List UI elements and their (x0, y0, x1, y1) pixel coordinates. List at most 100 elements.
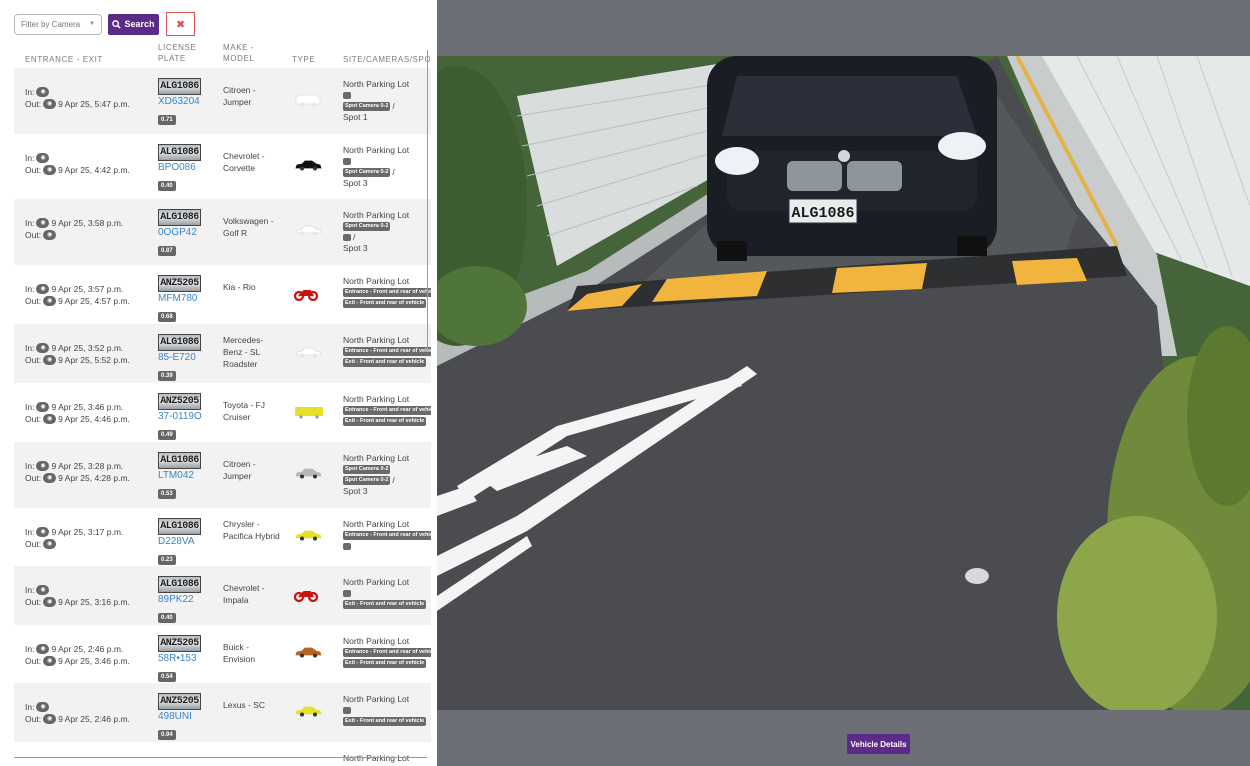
table-row[interactable]: In: ◉ 9 Apr 25, 3:52 p.m. Out: ◉ 9 Apr 2… (14, 324, 431, 383)
plate-number-link[interactable]: 89PK22 (158, 594, 201, 606)
camera-tag[interactable]: Exit - Front and rear of vehicle (343, 717, 427, 726)
camera-icon[interactable]: ◉ (43, 296, 57, 306)
vehicle-details-button[interactable]: Vehicle Details (847, 734, 910, 754)
camera-tag[interactable]: Exit - Front and rear of vehicle (343, 299, 427, 308)
camera-tag[interactable]: Spot Camera 0-2 (343, 476, 391, 485)
column-header-site[interactable]: SITE/CAMERAS/SPOT (343, 54, 430, 65)
plate-thumbnail[interactable]: ANZ5205 (158, 693, 201, 710)
camera-tag[interactable]: Exit - Front and rear of vehicle (343, 417, 427, 426)
camera-icon[interactable]: ◉ (36, 527, 50, 537)
make-model-cell: Volkswagen - Golf R (223, 216, 274, 238)
camera-icon[interactable]: ◉ (36, 284, 50, 294)
site-camera-spot-cell: North Parking Lot Entrance - Front and re… (343, 334, 431, 368)
camera-tag[interactable]: Spot Camera 0-2 (343, 222, 391, 231)
camera-tag[interactable]: Exit - Front and rear of vehicle (343, 600, 427, 609)
camera-icon[interactable]: ◉ (36, 218, 50, 228)
plate-thumbnail[interactable]: ALG1086 (158, 518, 201, 535)
in-label: In: (25, 702, 35, 712)
camera-icon[interactable]: ◉ (43, 597, 57, 607)
table-row[interactable]: North Parking Lot (14, 742, 431, 766)
camera-icon[interactable]: ◉ (43, 656, 57, 666)
toolbar: Filter by Camera ▼ Search ✖ (14, 12, 195, 36)
plate-thumbnail[interactable]: ALG1086 (158, 452, 201, 469)
camera-icon[interactable]: ◉ (36, 702, 50, 712)
column-header-entrance-exit[interactable]: ENTRANCE - EXIT (25, 54, 103, 65)
camera-icon[interactable]: ◉ (43, 355, 57, 365)
camera-tag[interactable]: Entrance - Front and rear of vehicle (343, 288, 431, 297)
column-header-make-line2: MODEL (223, 54, 255, 63)
camera-icon[interactable]: ◉ (43, 539, 57, 549)
camera-panel: ALG1086 Vehicle Details (437, 0, 1250, 766)
camera-tag[interactable] (343, 707, 351, 714)
plate-thumbnail[interactable]: ALG1086 (158, 334, 201, 351)
camera-icon[interactable]: ◉ (36, 585, 50, 595)
camera-icon[interactable]: ◉ (43, 165, 57, 175)
camera-icon[interactable]: ◉ (36, 644, 50, 654)
table-row[interactable]: In: ◉ Out: ◉ 9 Apr 25, 2:46 p.m. ANZ5205… (14, 683, 431, 742)
camera-icon[interactable]: ◉ (36, 153, 50, 163)
camera-tag[interactable]: Entrance - Front and rear of vehicle (343, 347, 431, 356)
camera-icon[interactable]: ◉ (43, 230, 57, 240)
column-header-make-model[interactable]: MAKE - MODEL (223, 42, 254, 64)
table-row[interactable]: In: ◉ 9 Apr 25, 3:57 p.m. Out: ◉ 9 Apr 2… (14, 265, 431, 324)
plate-number-link[interactable]: MFM780 (158, 293, 201, 305)
plate-thumbnail[interactable]: ALG1086 (158, 209, 201, 226)
camera-tag[interactable] (343, 590, 351, 597)
plate-thumbnail[interactable]: ALG1086 (158, 78, 201, 95)
camera-tag[interactable] (343, 92, 351, 99)
table-row[interactable]: In: ◉ Out: ◉ 9 Apr 25, 4:42 p.m. ALG1086… (14, 134, 431, 199)
table-scrollbar[interactable] (427, 50, 428, 350)
camera-tag[interactable]: Exit - Front and rear of vehicle (343, 659, 427, 668)
plate-thumbnail[interactable]: ANZ5205 (158, 275, 201, 292)
plate-number-link[interactable]: 85-E720 (158, 352, 201, 364)
plate-thumbnail[interactable]: ANZ5205 (158, 393, 201, 410)
camera-icon[interactable]: ◉ (36, 343, 50, 353)
camera-icon[interactable]: ◉ (43, 99, 57, 109)
out-label: Out: (25, 473, 42, 483)
plate-number-link[interactable]: 498UNI (158, 711, 201, 723)
site-camera-spot-cell: North Parking Lot Spot Camera 0-2 Spot Cam… (343, 452, 431, 497)
plate-number-link[interactable]: 37-0119O (158, 411, 202, 423)
camera-tag[interactable] (343, 234, 351, 241)
in-label: In: (25, 461, 35, 471)
camera-tag[interactable]: Spot Camera 0-2 (343, 465, 391, 474)
camera-filter-select[interactable]: Filter by Camera ▼ (14, 13, 102, 35)
table-row[interactable]: In: ◉ 9 Apr 25, 3:17 p.m. Out: ◉ ALG1086… (14, 508, 431, 566)
camera-tag[interactable]: Entrance - Front and rear of vehicle (343, 648, 431, 657)
camera-tag[interactable]: Entrance - Front and rear of vehicle (343, 406, 431, 415)
camera-icon[interactable]: ◉ (36, 402, 50, 412)
clear-filter-button[interactable]: ✖ (166, 12, 195, 36)
out-label: Out: (25, 656, 42, 666)
search-button[interactable]: Search (108, 13, 159, 35)
plate-number-link[interactable]: 58R•153 (158, 653, 201, 665)
plate-number-link[interactable]: LTM042 (158, 470, 201, 482)
table-row[interactable]: In: ◉ 9 Apr 25, 2:46 p.m. Out: ◉ 9 Apr 2… (14, 625, 431, 683)
plate-number-link[interactable]: 0OGP42 (158, 227, 201, 239)
camera-tag[interactable]: Spot Camera 0-2 (343, 102, 391, 111)
plate-number-link[interactable]: BPO086 (158, 162, 201, 174)
camera-icon[interactable]: ◉ (36, 461, 50, 471)
camera-tag[interactable]: Spot Camera 0-2 (343, 168, 391, 177)
column-header-license-plate[interactable]: LICENSE PLATE (158, 42, 196, 64)
camera-icon[interactable]: ◉ (43, 714, 57, 724)
camera-icon[interactable]: ◉ (43, 414, 57, 424)
in-label: In: (25, 153, 35, 163)
camera-icon[interactable]: ◉ (36, 87, 50, 97)
table-row[interactable]: In: ◉ 9 Apr 25, 3:46 p.m. Out: ◉ 9 Apr 2… (14, 383, 431, 442)
plate-number-link[interactable]: D228VA (158, 536, 201, 548)
plate-number-link[interactable]: XD63204 (158, 96, 201, 108)
plate-thumbnail[interactable]: ANZ5205 (158, 635, 201, 652)
table-row[interactable]: In: ◉ 9 Apr 25, 3:58 p.m. Out: ◉ ALG1086… (14, 199, 431, 265)
plate-thumbnail[interactable]: ALG1086 (158, 144, 201, 161)
table-row[interactable]: In: ◉ 9 Apr 25, 3:28 p.m. Out: ◉ 9 Apr 2… (14, 442, 431, 508)
camera-tag[interactable] (343, 543, 351, 550)
plate-thumbnail[interactable]: ALG1086 (158, 576, 201, 593)
table-row[interactable]: In: ◉ Out: ◉ 9 Apr 25, 5:47 p.m. ALG1086… (14, 68, 431, 134)
column-header-type[interactable]: TYPE (292, 54, 315, 65)
license-plate-cell: ALG1086 XD63204 0.71 (158, 78, 201, 126)
camera-tag[interactable]: Exit - Front and rear of vehicle (343, 358, 427, 367)
camera-tag[interactable]: Entrance - Front and rear of vehicle (343, 531, 431, 540)
camera-tag[interactable] (343, 158, 351, 165)
camera-icon[interactable]: ◉ (43, 473, 57, 483)
table-row[interactable]: In: ◉ Out: ◉ 9 Apr 25, 3:16 p.m. ALG1086… (14, 566, 431, 625)
